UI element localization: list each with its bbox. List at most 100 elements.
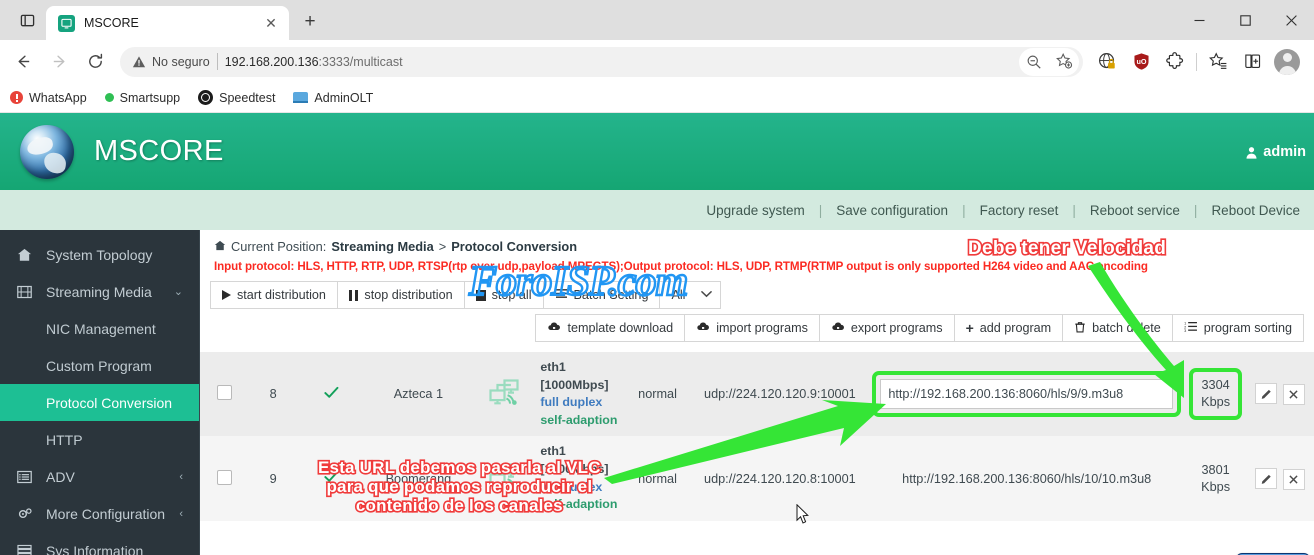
forward-icon xyxy=(42,45,76,79)
export-programs-button[interactable]: export programs xyxy=(818,314,955,342)
pencil-icon xyxy=(1261,390,1271,400)
whatsapp-icon xyxy=(10,91,23,104)
breadcrumb-separator: > xyxy=(438,239,447,254)
input-url: udp://224.120.120.8:10001 xyxy=(691,436,869,521)
delete-row-button[interactable] xyxy=(1282,384,1305,406)
close-icon[interactable]: ✕ xyxy=(261,13,281,33)
table-row[interactable]: 8 Azteca 1 eth1 [1000Mbps] full duplex s… xyxy=(200,352,1314,437)
output-url[interactable]: http://192.168.200.136:8060/hls/9/9.m3u8 xyxy=(880,379,1174,410)
sidebar-item-more-configuration[interactable]: More Configuration ‹ xyxy=(0,495,199,532)
profile-avatar[interactable] xyxy=(1274,48,1300,75)
gears-icon xyxy=(16,507,33,521)
speedtest-icon xyxy=(198,90,214,105)
play-icon xyxy=(222,290,231,300)
nic-duplex: full duplex xyxy=(540,395,603,410)
template-download-button[interactable]: template download xyxy=(535,314,686,342)
button-label: export programs xyxy=(850,321,943,335)
user-menu[interactable]: admin xyxy=(1245,144,1306,160)
bookmark-smartsupp[interactable]: Smartsupp xyxy=(104,91,180,105)
edit-row-button[interactable] xyxy=(1255,467,1278,489)
breadcrumb-section[interactable]: Streaming Media xyxy=(331,239,433,254)
avatar-body xyxy=(1278,65,1296,75)
screenshot-root: MSCORE ✕ + No seguro 192.168.200.136:333… xyxy=(0,0,1314,555)
subnav-upgrade-system[interactable]: Upgrade system xyxy=(692,203,818,218)
security-warning[interactable]: No seguro xyxy=(132,55,210,69)
annotation-url-note: Esta URL debemos pasarla al VLC para que… xyxy=(316,456,602,516)
subnav-factory-reset[interactable]: Factory reset xyxy=(966,203,1073,218)
sidebar-item-custom-program[interactable]: Custom Program xyxy=(0,347,199,384)
button-label: program sorting xyxy=(1203,321,1292,335)
bookmark-adminolt[interactable]: AdminOLT xyxy=(293,91,373,105)
row-checkbox-cell[interactable] xyxy=(200,436,249,521)
sidebar-item-label: Streaming Media xyxy=(46,283,152,300)
output-url-cell[interactable]: http://192.168.200.136:8060/hls/9/9.m3u8 xyxy=(868,352,1186,437)
window-close-icon[interactable] xyxy=(1268,0,1314,40)
svg-text:3: 3 xyxy=(1184,329,1186,332)
sidebar-item-http[interactable]: HTTP xyxy=(0,421,199,458)
row-state: normal xyxy=(623,352,692,437)
cloud-download-icon xyxy=(547,321,561,335)
zoom-out-icon[interactable] xyxy=(1019,48,1049,76)
edit-row-button[interactable] xyxy=(1255,383,1278,405)
home-icon xyxy=(16,248,33,262)
collections-icon[interactable] xyxy=(1202,46,1234,78)
row-checkbox-cell[interactable] xyxy=(200,352,249,437)
subnav-reboot-service[interactable]: Reboot service xyxy=(1076,203,1194,218)
extensions-puzzle-icon[interactable] xyxy=(1159,46,1191,78)
sidebar-item-nic-management[interactable]: NIC Management xyxy=(0,310,199,347)
sidebar-item-protocol-conversion[interactable]: Protocol Conversion xyxy=(0,384,199,421)
button-label: stop distribution xyxy=(364,288,453,302)
app-subnav: Upgrade system | Save configuration | Fa… xyxy=(0,190,1314,230)
add-favorite-icon[interactable] xyxy=(1049,48,1079,76)
sidebar-item-streaming-media[interactable]: Streaming Media ⌄ xyxy=(0,273,199,310)
output-url[interactable]: http://192.168.200.136:8060/hls/10/10.m3… xyxy=(868,436,1186,521)
maximize-icon[interactable] xyxy=(1222,0,1268,40)
browser-tab[interactable]: MSCORE ✕ xyxy=(46,6,289,40)
home-icon xyxy=(214,239,226,254)
svg-text:uO: uO xyxy=(1136,57,1146,66)
close-icon xyxy=(1289,475,1298,484)
delete-row-button[interactable] xyxy=(1282,468,1305,490)
row-checkbox[interactable] xyxy=(216,385,232,401)
sidebar-item-adv[interactable]: ADV ‹ xyxy=(0,458,199,495)
split-screen-icon[interactable] xyxy=(1236,46,1268,78)
start-distribution-button[interactable]: start distribution xyxy=(210,281,338,309)
back-icon[interactable] xyxy=(6,45,40,79)
new-tab-button[interactable]: + xyxy=(295,7,325,37)
sidebar-item-sys-information[interactable]: Sys Information xyxy=(0,532,199,555)
button-label: template download xyxy=(567,321,674,335)
omnibox-actions xyxy=(1019,47,1079,76)
subnav-reboot-device[interactable]: Reboot Device xyxy=(1197,203,1314,218)
channel-name: Azteca 1 xyxy=(363,352,473,437)
sidebar-item-system-topology[interactable]: System Topology xyxy=(0,236,199,273)
tab-search-button[interactable] xyxy=(8,3,46,37)
toolbar-row-2: template download import programs export… xyxy=(210,314,1304,342)
bitrate-cell: 3801 Kbps xyxy=(1185,436,1247,521)
address-bar[interactable]: No seguro 192.168.200.136:3333/multicast xyxy=(120,46,1083,77)
bookmark-speedtest[interactable]: Speedtest xyxy=(198,90,275,105)
subnav-save-configuration[interactable]: Save configuration xyxy=(822,203,962,218)
pencil-icon xyxy=(1261,474,1271,484)
batch-delete-button[interactable]: batch delete xyxy=(1062,314,1173,342)
bookmark-whatsapp[interactable]: WhatsApp xyxy=(10,91,87,105)
monitor-icon xyxy=(58,14,75,32)
import-programs-button[interactable]: import programs xyxy=(684,314,820,342)
reload-icon[interactable] xyxy=(78,45,112,79)
stop-distribution-button[interactable]: stop distribution xyxy=(336,281,465,309)
sidebar: System Topology Streaming Media ⌄ NIC Ma… xyxy=(0,230,200,555)
annotation-url-line3: contenido de los canales xyxy=(354,494,564,516)
security-label: No seguro xyxy=(152,54,210,69)
cloud-upload-icon xyxy=(696,321,710,335)
trash-icon xyxy=(1074,321,1086,336)
breadcrumb-prefix: Current Position: xyxy=(231,239,327,254)
bookmark-label: Speedtest xyxy=(219,90,276,105)
add-program-button[interactable]: + add program xyxy=(953,314,1064,342)
app-header: MSCORE admin xyxy=(0,113,1314,190)
row-checkbox[interactable] xyxy=(216,469,232,485)
ublock-shield-icon[interactable]: uO xyxy=(1125,46,1157,78)
globe-lock-icon[interactable] xyxy=(1091,46,1123,78)
program-sorting-button[interactable]: 123 program sorting xyxy=(1171,314,1304,342)
minimize-icon[interactable] xyxy=(1176,0,1222,40)
mouse-cursor xyxy=(796,504,809,524)
input-url: udp://224.120.120.9:10001 xyxy=(691,352,869,437)
